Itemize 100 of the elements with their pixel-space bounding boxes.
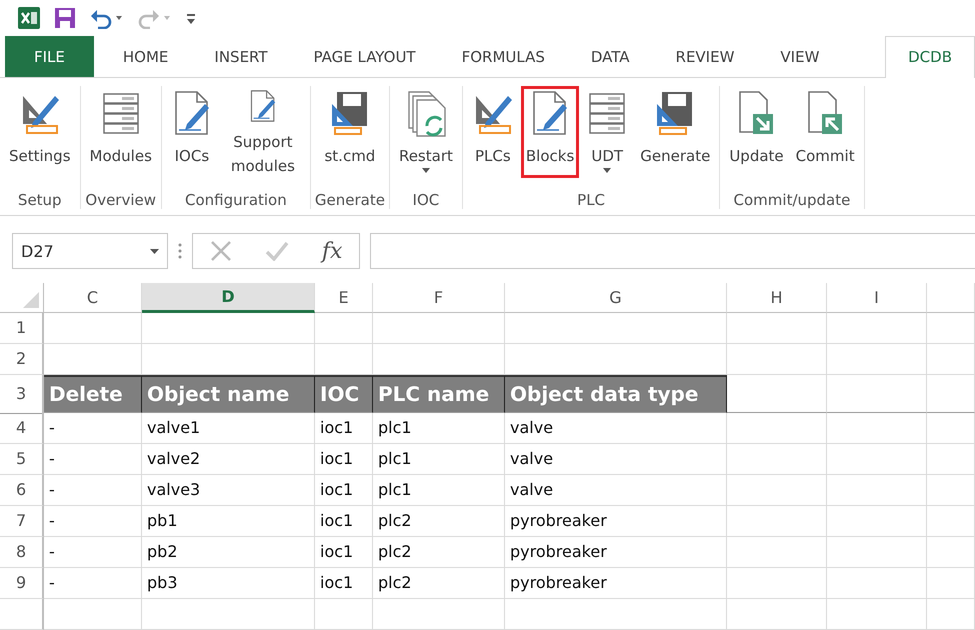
ribbon-button[interactable]: Settings [4,86,76,178]
empty-cell[interactable] [927,344,975,375]
button-label: Commit [796,146,855,168]
empty-cell[interactable] [44,312,142,344]
empty-cell[interactable] [827,444,927,475]
table-cell: plc2 [373,506,505,537]
empty-cell[interactable] [827,312,927,344]
empty-cell[interactable] [315,312,373,344]
empty-cell[interactable] [927,568,975,599]
empty-cell[interactable] [927,474,975,506]
empty-cell[interactable] [142,598,315,630]
table-cell: pyrobreaker [505,568,727,599]
table-cell: pyrobreaker [505,536,727,568]
empty-cell[interactable] [827,474,927,506]
empty-cell[interactable] [927,536,975,568]
button-label: PLCs [475,146,511,168]
empty-cell[interactable] [315,598,373,630]
ribbon-button[interactable]: st.cmd [319,86,380,178]
check-icon[interactable] [264,241,289,262]
column-header[interactable]: G [505,282,727,313]
cell-reference: D27 [21,242,54,261]
table-cell: ioc1 [315,568,373,599]
ribbon-button[interactable]: Generate [635,86,716,178]
spreadsheet-app-icon[interactable] [18,6,40,29]
empty-cell[interactable] [927,598,975,630]
group-label: Overview [85,190,156,209]
empty-cell[interactable] [927,444,975,475]
column-header[interactable]: E [315,282,373,313]
ribbon-tab[interactable]: DCDB [885,36,975,78]
row-number[interactable] [0,598,44,630]
group-label: Generate [314,190,385,209]
dropdown-caret-icon[interactable] [422,168,430,174]
ribbon-button[interactable]: Modules [84,86,157,178]
ribbon-button[interactable]: PLCs [466,86,519,178]
empty-cell[interactable] [827,412,927,444]
ribbon-button[interactable]: Support modules [220,86,306,178]
table-cell: pb2 [142,536,315,568]
button-label: UDT [591,146,624,168]
empty-cell[interactable] [142,312,315,344]
button-label: IOCs [174,146,210,168]
dropdown-caret-icon[interactable] [150,248,159,254]
header-cell: PLC name [373,374,505,413]
ribbon-button[interactable]: Restart [394,86,458,178]
empty-cell[interactable] [373,598,505,630]
table-cell: - [44,412,142,444]
table-cell: plc1 [373,444,505,475]
empty-cell[interactable] [44,598,142,630]
empty-cell[interactable] [927,374,975,413]
group-label: PLC [577,190,606,209]
name-box[interactable]: D27 [12,233,168,270]
ribbon-button[interactable]: Blocks [520,86,580,178]
empty-cell[interactable] [927,312,975,344]
empty-cell[interactable] [827,536,927,568]
table-cell: valve2 [142,444,315,475]
row-number[interactable]: 2 [0,344,44,375]
empty-cell[interactable] [827,344,927,375]
column-header[interactable]: D [142,282,315,313]
table-cell: plc1 [373,412,505,444]
cancel-icon[interactable] [210,240,232,262]
empty-cell[interactable] [505,312,727,344]
table-cell: - [44,506,142,537]
save-icon[interactable] [54,6,76,29]
button-label: Support modules [230,132,296,178]
empty-cell[interactable] [827,374,927,413]
column-header[interactable] [927,282,975,313]
column-header[interactable]: C [44,282,142,313]
ribbon-button[interactable]: UDT [581,86,634,178]
dropdown-caret-icon[interactable] [603,168,612,174]
table-cell: - [44,536,142,568]
group-label: Setup [18,190,62,209]
column-header[interactable]: H [727,282,827,313]
file-menu-tab[interactable]: FILE [5,36,94,78]
ribbon-button[interactable]: IOCs [166,86,218,178]
row-number[interactable]: 1 [0,312,44,344]
empty-cell[interactable] [727,598,827,630]
empty-cell[interactable] [827,506,927,537]
empty-cell[interactable] [727,344,827,375]
column-header[interactable]: I [827,282,927,313]
select-all-icon[interactable] [23,292,39,308]
empty-cell[interactable] [373,312,505,344]
insert-function-button[interactable]: fx [322,238,342,264]
formula-input[interactable] [370,233,975,270]
table-cell: plc2 [373,568,505,599]
table-cell: ioc1 [315,412,373,444]
header-cell: Delete [44,374,142,413]
button-label: st.cmd [324,146,376,168]
table-cell: ioc1 [315,444,373,475]
table-cell: plc2 [373,536,505,568]
button-label: Update [729,146,784,168]
empty-cell[interactable] [727,312,827,344]
grip-icon [178,243,182,260]
empty-cell[interactable] [827,568,927,599]
button-label: Settings [9,146,71,168]
ribbon-button[interactable]: Commit [790,86,860,178]
empty-cell[interactable] [927,506,975,537]
empty-cell[interactable] [927,412,975,444]
ribbon-button[interactable]: Update [724,86,789,178]
column-header[interactable]: F [373,282,505,313]
empty-cell[interactable] [505,598,727,630]
empty-cell[interactable] [827,598,927,630]
